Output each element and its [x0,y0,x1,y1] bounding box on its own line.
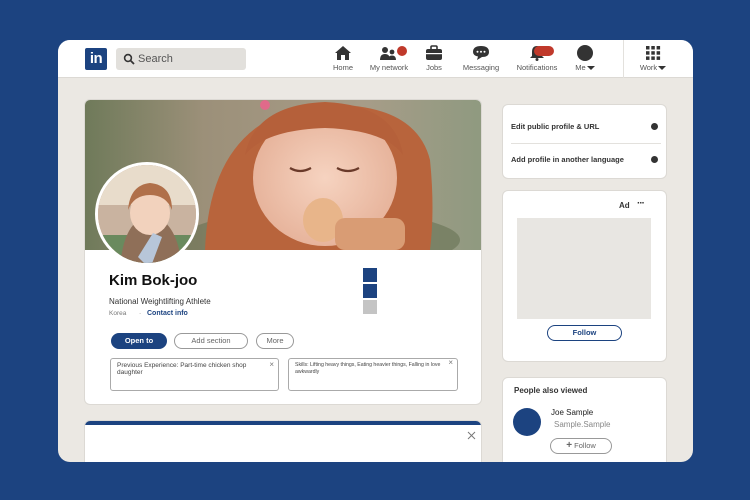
more-button[interactable]: More [256,333,294,349]
close-icon[interactable]: × [448,359,453,367]
contact-info-link[interactable]: Contact info [147,310,188,317]
people-icon [380,47,396,60]
ad-card: Ad ··· Follow [502,190,667,362]
more-options-icon[interactable]: ··· [637,198,645,209]
side-square-icon [363,300,377,314]
person-subtitle: Sample.Sample [554,420,611,429]
briefcase-icon [426,45,442,60]
nav-work-label: Work [638,63,668,72]
profile-headline: National Weightlifting Athlete [109,297,211,306]
ad-follow-button[interactable]: Follow [547,325,622,341]
search-bar[interactable] [116,48,246,70]
skills-text: Skills: Lifting heavy things, Eating hea… [295,362,441,375]
home-icon [335,46,351,60]
people-also-viewed-title: People also viewed [514,386,588,395]
open-to-button[interactable]: Open to [111,333,167,349]
grid-icon [646,46,661,60]
top-navigation-bar: in Home My network [58,40,693,78]
search-input[interactable] [138,51,238,67]
profile-card: Kim Bok-joo National Weightlifting Athle… [84,99,482,405]
add-section-button[interactable]: Add section [174,333,248,349]
notifications-badge [534,46,554,56]
nav-home[interactable]: Home [330,45,356,75]
divider [511,143,661,144]
chat-icon [473,46,489,60]
profile-location: Korea [109,310,127,317]
profile-avatar[interactable] [95,162,199,266]
ad-image-placeholder[interactable] [517,218,651,319]
nav-me[interactable]: Me [572,45,598,75]
add-language-profile-link[interactable]: Add profile in another language [511,155,624,164]
side-square-icon [363,284,377,298]
profile-links-card: Edit public profile & URL Add profile in… [502,104,667,179]
nav-divider [623,40,624,78]
search-icon [123,53,135,65]
me-avatar-icon [577,45,593,61]
nav-notifications-label: Notifications [516,63,558,72]
linkedin-logo[interactable]: in [85,48,107,70]
nav-me-text: Me [575,63,586,72]
location-separator: · [139,310,142,317]
nav-notifications[interactable]: Notifications [514,45,560,75]
person-follow-button[interactable]: + Follow [550,438,612,454]
network-badge [397,46,407,56]
chevron-down-icon [658,66,667,71]
nav-me-label: Me [572,63,598,72]
person-follow-label: Follow [574,441,596,450]
nav-my-network-label: My network [369,63,409,72]
nav-my-network[interactable]: My network [367,45,411,75]
nav-messaging-label: Messaging [462,63,500,72]
nav-work[interactable]: Work [638,45,668,75]
close-icon[interactable] [467,431,476,440]
side-square-icon [363,268,377,282]
dot-icon [651,123,658,130]
nav-jobs-label: Jobs [426,63,442,72]
secondary-card [84,420,482,462]
experience-info-box: Previous Experience: Part-time chicken s… [110,358,279,391]
dot-icon [651,156,658,163]
nav-messaging[interactable]: Messaging [461,45,501,75]
close-icon[interactable]: × [269,360,274,369]
person-avatar[interactable] [513,408,541,436]
edit-public-profile-link[interactable]: Edit public profile & URL [511,122,599,131]
person-name[interactable]: Joe Sample [551,408,593,417]
skills-info-box: Skills: Lifting heavy things, Eating hea… [288,358,458,391]
app-window: in Home My network [58,40,693,462]
people-also-viewed-card: People also viewed Joe Sample Sample.Sam… [502,377,667,462]
experience-text: Previous Experience: Part-time chicken s… [117,362,247,376]
card-top-accent [85,421,481,425]
nav-jobs[interactable]: Jobs [422,45,446,75]
plus-icon: + [566,440,573,451]
nav-work-text: Work [639,63,658,72]
nav-home-label: Home [332,63,353,72]
ad-label: Ad [619,201,630,210]
chevron-down-icon [586,66,595,71]
profile-name: Kim Bok-joo [109,272,198,289]
